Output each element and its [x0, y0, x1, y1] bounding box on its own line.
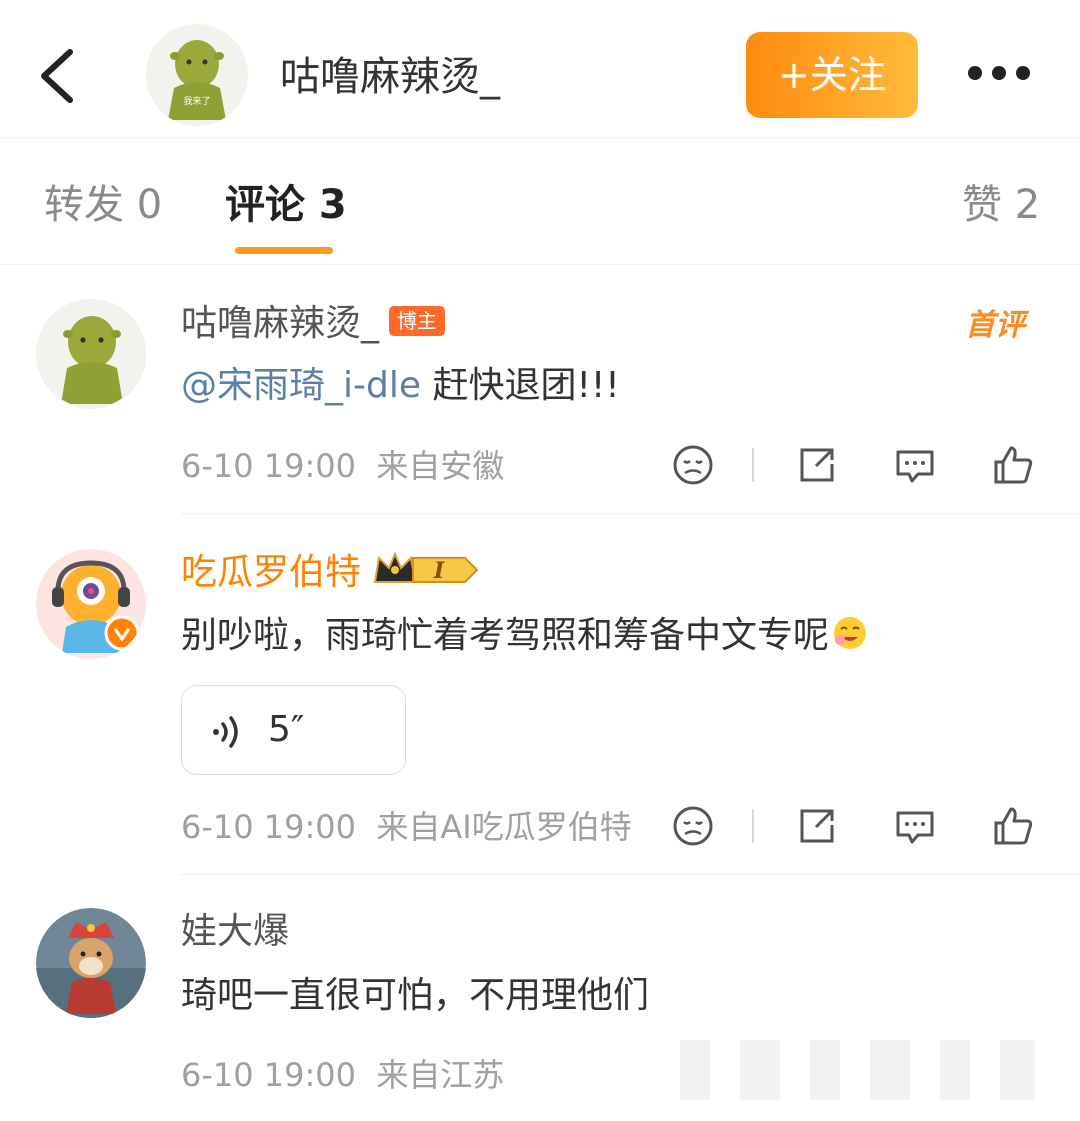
- comment-author[interactable]: 吃瓜罗伯特 I: [181, 551, 481, 595]
- tab-repost[interactable]: 转发 0: [44, 181, 162, 229]
- reply-icon[interactable]: [890, 801, 940, 851]
- avatar-caption: 我来了: [183, 96, 210, 107]
- voice-duration: 5″: [268, 709, 305, 750]
- tab-comments[interactable]: 评论 3: [225, 181, 347, 229]
- tab-bar: 转发 0 评论 3 赞 2: [0, 139, 1080, 265]
- divider: [752, 809, 754, 843]
- comment-body: 赶快退团!!!: [421, 365, 620, 406]
- tab-likes[interactable]: 赞 2: [962, 181, 1040, 229]
- first-comment-tag: 首评: [965, 308, 1025, 343]
- comment-text: @宋雨琦_i-dle 赶快退团!!!: [181, 364, 620, 408]
- follow-button[interactable]: +关注: [746, 32, 918, 118]
- comment-avatar[interactable]: [36, 908, 146, 1018]
- comment-avatar[interactable]: [36, 549, 146, 659]
- comment-divider: [181, 874, 1080, 875]
- comment-source: 来自江苏: [376, 1056, 505, 1094]
- like-icon[interactable]: [988, 440, 1038, 490]
- comment-body: 别吵啦，雨琦忙着考驾照和筹备中文专呢: [181, 615, 830, 656]
- comment-avatar[interactable]: [36, 299, 146, 409]
- comment-actions: [668, 801, 1048, 851]
- comment-author[interactable]: 娃大爆: [181, 910, 289, 954]
- vip-crown-badge-icon: I: [373, 551, 479, 584]
- share-icon[interactable]: [792, 440, 842, 490]
- top-bar: 我来了 咕噜麻辣烫_ +关注: [0, 0, 1080, 138]
- vip-level: I: [433, 558, 445, 584]
- comment-text: 别吵啦，雨琦忙着考驾照和筹备中文专呢: [181, 614, 869, 658]
- comment-time: 6-10 19:00: [181, 1056, 357, 1094]
- dislike-face-icon[interactable]: [668, 440, 718, 490]
- comment-author-name[interactable]: 咕噜麻辣烫_: [181, 303, 379, 344]
- dislike-face-icon[interactable]: [668, 801, 718, 851]
- header-avatar[interactable]: 我来了: [146, 24, 248, 126]
- like-icon[interactable]: [988, 801, 1038, 851]
- comment-author-name[interactable]: 吃瓜罗伯特: [181, 552, 361, 593]
- drooling-emoji-icon: [834, 617, 867, 649]
- divider: [752, 448, 754, 482]
- active-tab-indicator: [235, 247, 333, 254]
- voice-message[interactable]: 5″: [181, 685, 406, 775]
- comment-source: 来自安徽: [376, 447, 505, 485]
- reply-icon[interactable]: [890, 440, 940, 490]
- comment-time: 6-10 19:00: [181, 808, 357, 846]
- comment-text: 琦吧一直很可怕，不用理他们: [181, 975, 650, 1016]
- comment-meta: 6-10 19:00 来自安徽: [181, 446, 504, 486]
- comment-time: 6-10 19:00: [181, 447, 357, 485]
- mention-link[interactable]: @宋雨琦_i-dle: [181, 365, 421, 406]
- author-badge: 博主: [389, 306, 446, 336]
- comment-meta: 6-10 19:00 来自江苏: [181, 1055, 504, 1095]
- comment-actions: [668, 440, 1048, 490]
- comment-source: 来自AI吃瓜罗伯特: [376, 808, 632, 846]
- comment-meta: 6-10 19:00 来自AI吃瓜罗伯特: [181, 807, 632, 847]
- voice-wave-icon: [213, 716, 238, 748]
- more-options-icon[interactable]: [964, 60, 1034, 90]
- back-arrow-icon[interactable]: [30, 40, 90, 110]
- share-icon[interactable]: [792, 801, 842, 851]
- header-username[interactable]: 咕噜麻辣烫_: [280, 52, 500, 102]
- comment-author[interactable]: 咕噜麻辣烫_ 博主: [181, 302, 446, 346]
- comment-divider: [181, 513, 1080, 514]
- watermark-graphic: [680, 1040, 1035, 1100]
